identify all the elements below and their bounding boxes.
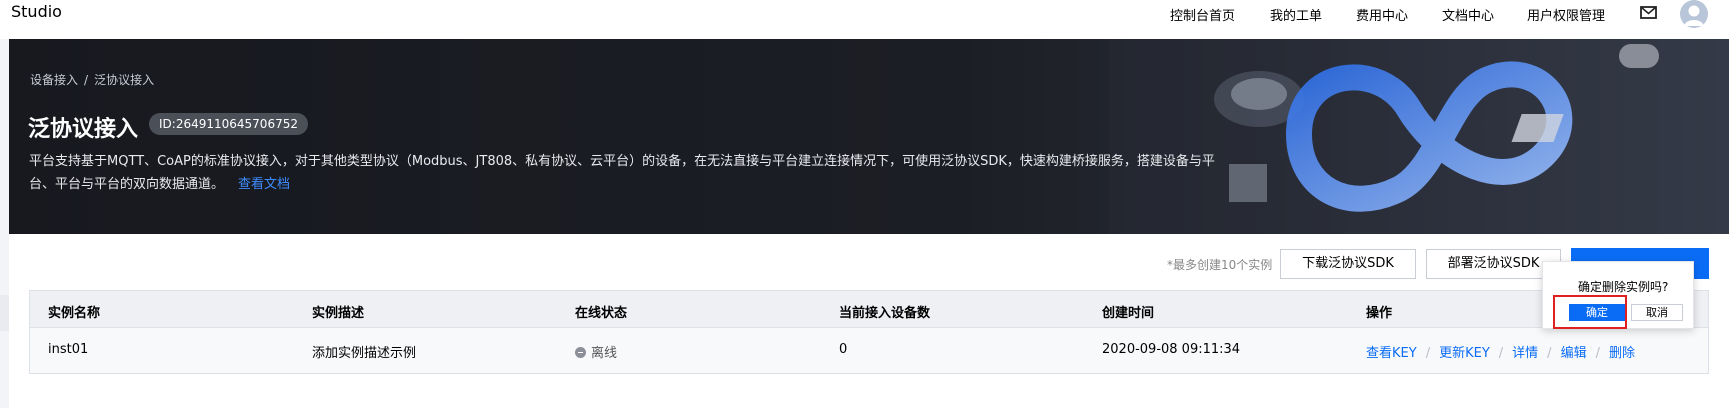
offline-status-icon [575, 347, 586, 358]
page-title: 泛协议接入 [28, 117, 139, 142]
delete-confirm-popover: 确定删除实例吗? 确定 取消 [1542, 261, 1694, 329]
cell-device-count: 0 [839, 342, 848, 357]
update-key-link[interactable]: 更新KEY [1439, 346, 1490, 361]
nav-billing-center[interactable]: 费用中心 [1356, 5, 1408, 24]
cell-operations: 查看KEY / 更新KEY / 详情 / 编辑 / 删除 [1366, 342, 1635, 361]
description-text: 平台支持基于MQTT、CoAP的标准协议接入，对于其他类型协议（Modbus、J… [29, 154, 1215, 192]
popover-title: 确定删除实例吗? [1578, 280, 1669, 294]
user-avatar-icon [1680, 0, 1708, 28]
page-banner: 设备接入 / 泛协议接入 泛协议接入 ID:2649110645706752 平台支… [9, 39, 1729, 234]
column-header-description: 实例描述 [312, 306, 365, 321]
top-navigation-bar: Studio 控制台首页 我的工单 费用中心 文档中心 用户权限管理 [0, 0, 1729, 39]
mail-icon[interactable] [1640, 4, 1657, 21]
view-docs-link[interactable]: 查看文档 [238, 177, 290, 192]
nav-console-home[interactable]: 控制台首页 [1170, 5, 1235, 24]
status-label: 离线 [591, 346, 618, 361]
operation-separator: / [1595, 346, 1600, 361]
nav-user-permissions[interactable]: 用户权限管理 [1527, 5, 1605, 24]
column-header-device-count: 当前接入设备数 [839, 306, 931, 321]
details-link[interactable]: 详情 [1512, 346, 1538, 361]
edit-link[interactable]: 编辑 [1561, 346, 1587, 361]
column-header-status: 在线状态 [575, 306, 628, 321]
brand-name[interactable]: Studio [11, 2, 62, 21]
breadcrumb: 设备接入 / 泛协议接入 [30, 71, 154, 88]
cancel-delete-button[interactable]: 取消 [1631, 304, 1683, 321]
nav-my-tickets[interactable]: 我的工单 [1270, 5, 1322, 24]
breadcrumb-separator: / [84, 73, 89, 87]
instance-id-badge: ID:2649110645706752 [149, 113, 308, 135]
cell-online-status: 离线 [575, 342, 617, 361]
operation-separator: / [1498, 346, 1504, 361]
sidebar-edge [0, 39, 9, 408]
nav-docs-center[interactable]: 文档中心 [1442, 5, 1494, 24]
column-header-operations: 操作 [1366, 306, 1393, 321]
sidebar-active-item [0, 295, 9, 331]
column-header-name: 实例名称 [48, 306, 101, 321]
download-sdk-button[interactable]: 下载泛协议SDK [1280, 249, 1416, 279]
column-header-created: 创建时间 [1102, 306, 1155, 321]
breadcrumb-device-access[interactable]: 设备接入 [30, 73, 78, 87]
avatar[interactable] [1680, 0, 1708, 28]
view-key-link[interactable]: 查看KEY [1366, 346, 1417, 361]
instance-limit-hint: *最多创建10个实例 [1167, 258, 1273, 272]
operation-separator: / [1425, 346, 1431, 361]
operation-separator: / [1547, 346, 1552, 361]
instance-table: 实例名称 实例描述 在线状态 当前接入设备数 创建时间 操作 inst01 添加… [29, 290, 1709, 374]
page-description: 平台支持基于MQTT、CoAP的标准协议接入，对于其他类型协议（Modbus、J… [29, 150, 1219, 196]
confirm-delete-button[interactable]: 确定 [1569, 304, 1625, 321]
infinity-illustration-icon [1109, 39, 1729, 234]
deploy-sdk-button[interactable]: 部署泛协议SDK [1426, 249, 1561, 279]
cell-instance-name: inst01 [48, 342, 89, 357]
breadcrumb-current: 泛协议接入 [94, 73, 155, 87]
cell-instance-description: 添加实例描述示例 [312, 346, 417, 361]
table-header: 实例名称 实例描述 在线状态 当前接入设备数 创建时间 操作 [30, 291, 1708, 328]
cell-created-time: 2020-09-08 09:11:34 [1102, 342, 1241, 357]
table-row: inst01 添加实例描述示例 离线 0 2020-09-08 09:11:34… [30, 328, 1708, 373]
delete-link[interactable]: 删除 [1609, 346, 1635, 361]
